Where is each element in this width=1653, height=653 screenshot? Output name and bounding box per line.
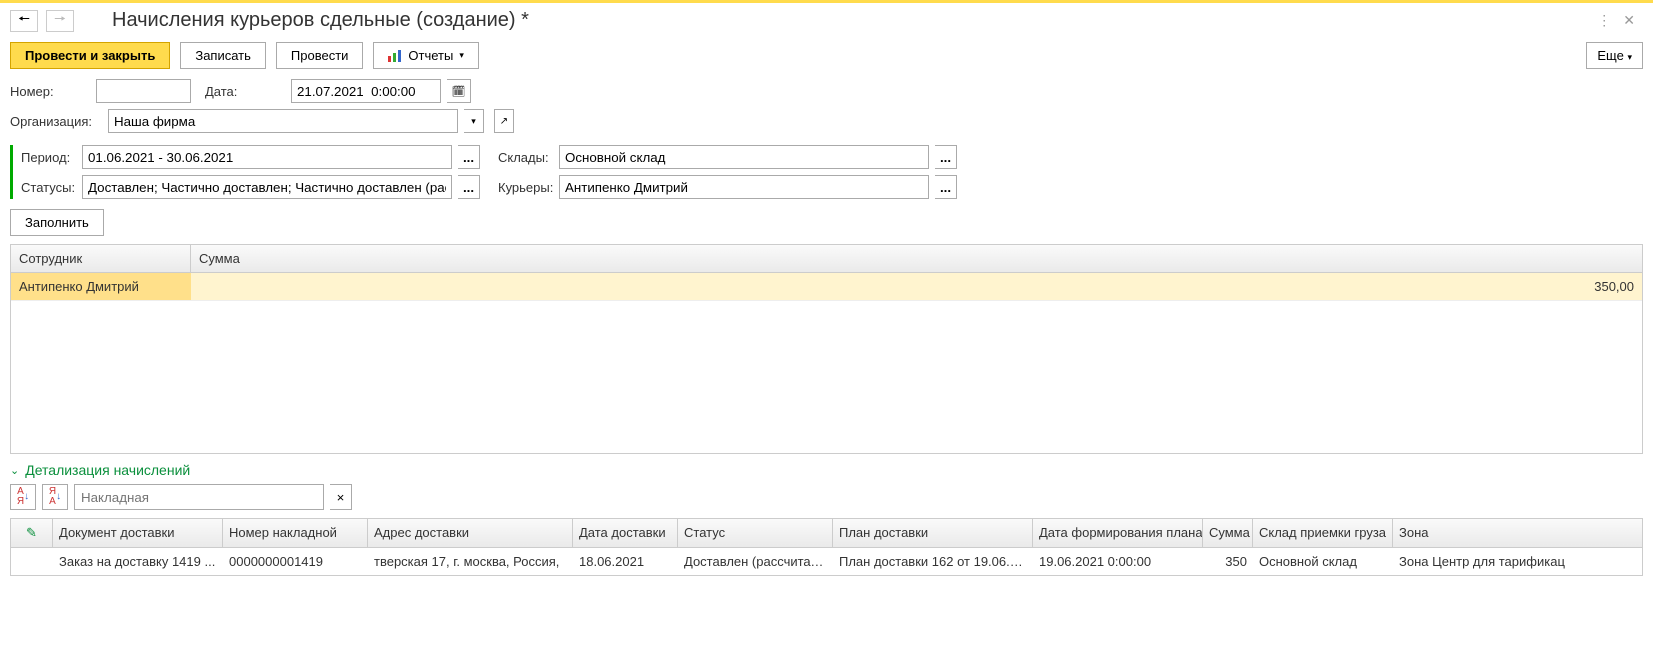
detail-grid: ✎ Документ доставки Номер накладной Адре…: [10, 518, 1643, 576]
number-label: Номер:: [10, 84, 90, 99]
org-dropdown-button[interactable]: ▾: [464, 109, 484, 133]
cell-status: Доставлен (рассчитать): [678, 548, 833, 575]
sort-desc-button[interactable]: ЯА↓: [42, 484, 68, 510]
post-button[interactable]: Провести: [276, 42, 364, 69]
reports-button[interactable]: Отчеты ▾: [373, 42, 478, 69]
sklad-label: Склады:: [498, 150, 553, 165]
pencil-icon: ✎: [26, 525, 37, 540]
period-label: Период:: [21, 150, 76, 165]
cell-sum: 350: [1203, 548, 1253, 575]
table-row[interactable]: Антипенко Дмитрий 350,00: [11, 273, 1642, 301]
cell-zone: Зона Центр для тарификац: [1393, 548, 1642, 575]
date-label: Дата:: [205, 84, 285, 99]
cell-sum: 350,00: [191, 273, 1642, 300]
open-icon: ↗: [500, 116, 508, 127]
col-header-doc[interactable]: Документ доставки: [53, 519, 223, 547]
courier-label: Курьеры:: [498, 180, 553, 195]
sort-desc-icon: ЯА: [49, 487, 56, 507]
calendar-button[interactable]: 🗓: [447, 79, 471, 103]
cell-addr: тверская 17, г. москва, Россия,: [368, 548, 573, 575]
fill-button[interactable]: Заполнить: [10, 209, 104, 236]
sklad-input[interactable]: [559, 145, 929, 169]
org-open-button[interactable]: ↗: [494, 109, 514, 133]
post-and-close-button[interactable]: Провести и закрыть: [10, 42, 170, 69]
table-row[interactable]: Заказ на доставку 1419 ... 0000000001419…: [11, 548, 1642, 575]
number-input[interactable]: [96, 79, 191, 103]
col-header-sum[interactable]: Сумма: [1203, 519, 1253, 547]
chevron-down-icon: ⌄: [10, 464, 19, 477]
cell-doc: Заказ на доставку 1419 ...: [53, 548, 223, 575]
sklad-select-button[interactable]: ...: [935, 145, 957, 169]
sort-asc-button[interactable]: АЯ↓: [10, 484, 36, 510]
detail-section-toggle[interactable]: ⌄ Детализация начислений: [0, 454, 1653, 482]
cell-num: 0000000001419: [223, 548, 368, 575]
filter-clear-button[interactable]: ×: [330, 484, 352, 510]
courier-input[interactable]: [559, 175, 929, 199]
status-select-button[interactable]: ...: [458, 175, 480, 199]
col-header-ddate[interactable]: Дата доставки: [573, 519, 678, 547]
courier-select-button[interactable]: ...: [935, 175, 957, 199]
page-title: Начисления курьеров сдельные (создание) …: [112, 9, 1589, 32]
toolbar: Провести и закрыть Записать Провести Отч…: [0, 38, 1653, 77]
calendar-icon: 🗓: [452, 85, 466, 98]
cell-ddate: 18.06.2021: [573, 548, 678, 575]
date-input[interactable]: [291, 79, 441, 103]
period-select-button[interactable]: ...: [458, 145, 480, 169]
dropdown-caret-icon: ▾: [459, 50, 464, 61]
more-button[interactable]: Еще ▾: [1586, 42, 1643, 69]
detail-title: Детализация начислений: [25, 462, 190, 478]
header: 🠔 🠖 Начисления курьеров сдельные (создан…: [0, 3, 1653, 38]
cell-sklad: Основной склад: [1253, 548, 1393, 575]
col-header-sum[interactable]: Сумма: [191, 245, 1642, 272]
save-button[interactable]: Записать: [180, 42, 266, 69]
nav-forward-button[interactable]: 🠖: [46, 10, 74, 32]
employee-grid: Сотрудник Сумма Антипенко Дмитрий 350,00: [10, 244, 1643, 454]
cell-pdate: 19.06.2021 0:00:00: [1033, 548, 1203, 575]
cell-edit: [11, 548, 53, 575]
kebab-menu-icon[interactable]: ⋮: [1597, 12, 1611, 29]
filter-input[interactable]: [74, 484, 324, 510]
cell-plan: План доставки 162 от 19.06.2021: [833, 548, 1033, 575]
org-input[interactable]: [108, 109, 458, 133]
dropdown-caret-icon: ▾: [1627, 52, 1632, 62]
col-header-employee[interactable]: Сотрудник: [11, 245, 191, 272]
chevron-down-icon: ▾: [471, 116, 476, 127]
chart-icon: [388, 50, 402, 62]
col-header-zone[interactable]: Зона: [1393, 519, 1642, 547]
nav-back-button[interactable]: 🠔: [10, 10, 38, 32]
status-label: Статусы:: [21, 180, 76, 195]
org-label: Организация:: [10, 114, 102, 129]
col-header-status[interactable]: Статус: [678, 519, 833, 547]
status-input[interactable]: [82, 175, 452, 199]
col-header-plan[interactable]: План доставки: [833, 519, 1033, 547]
col-header-addr[interactable]: Адрес доставки: [368, 519, 573, 547]
sort-asc-icon: АЯ: [17, 487, 24, 507]
col-header-pdate[interactable]: Дата формирования плана: [1033, 519, 1203, 547]
col-header-edit[interactable]: ✎: [11, 519, 53, 547]
close-icon[interactable]: ✕: [1623, 12, 1635, 29]
col-header-num[interactable]: Номер накладной: [223, 519, 368, 547]
period-input[interactable]: [82, 145, 452, 169]
filter-section: Период: ... Склады: ... Статусы: ... Кур…: [10, 145, 1653, 199]
cell-employee: Антипенко Дмитрий: [11, 273, 191, 300]
col-header-sklad[interactable]: Склад приемки груза: [1253, 519, 1393, 547]
